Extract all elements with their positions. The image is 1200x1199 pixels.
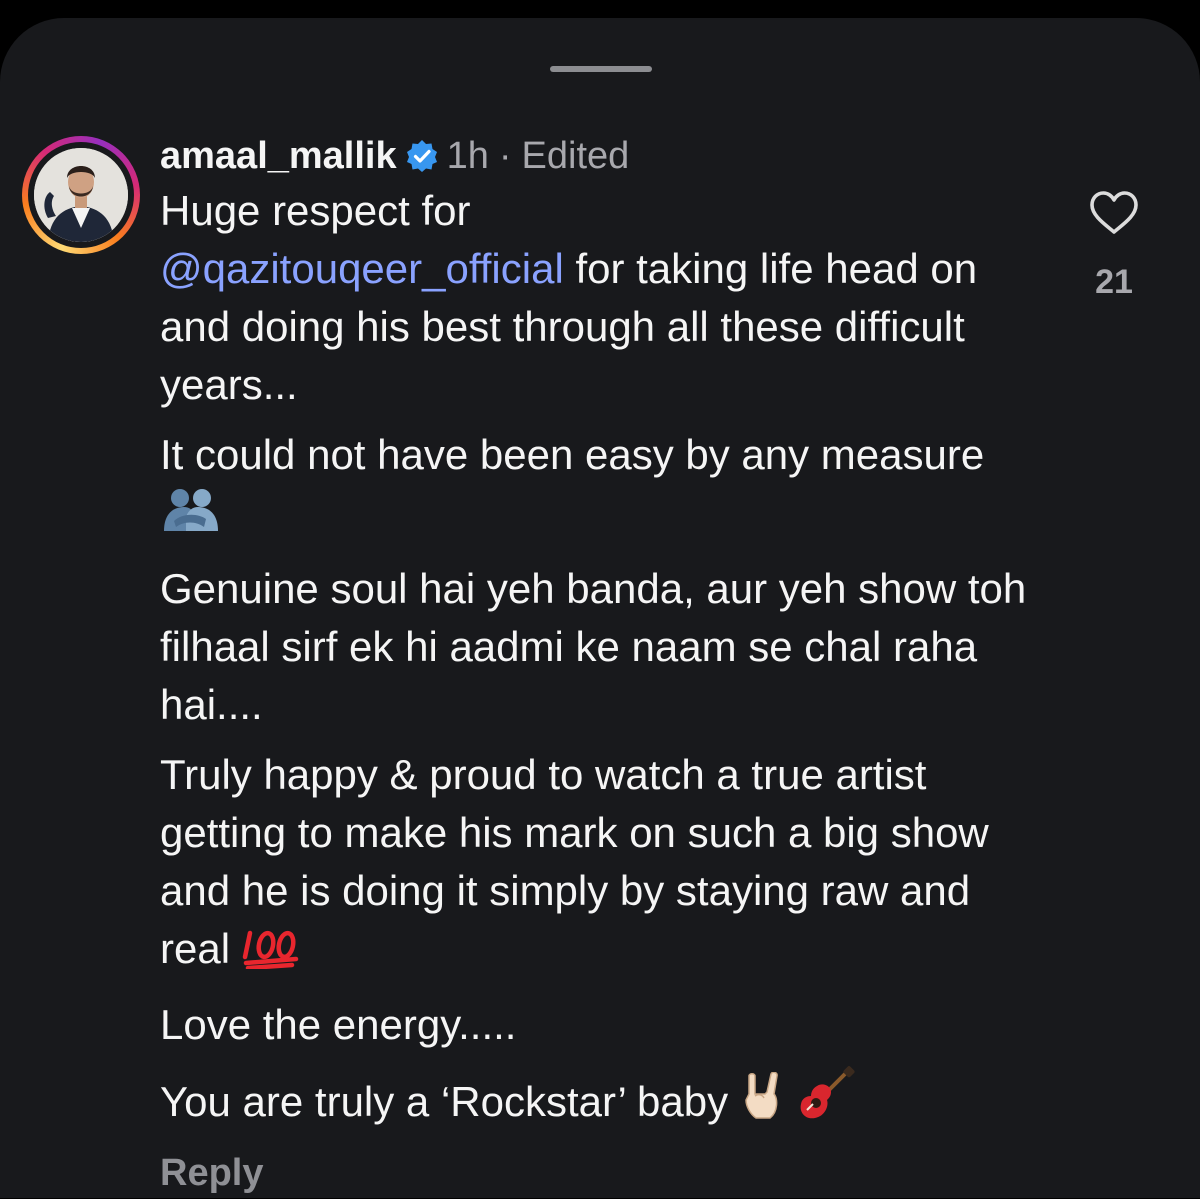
username-link[interactable]: amaal_mallik <box>160 135 397 178</box>
comment-text-segment: It could not have been easy by any measu… <box>160 431 985 478</box>
comment-paragraph-4: Truly happy & proud to watch a true arti… <box>160 746 1040 984</box>
comment-paragraph-5: Love the energy..... <box>160 1001 517 1048</box>
like-control: 21 <box>1086 190 1142 302</box>
comment-timestamp: 1h <box>446 134 489 177</box>
meta-separator: · <box>498 134 512 177</box>
avatar-ring-gap <box>28 142 134 248</box>
avatar[interactable] <box>22 136 140 254</box>
comment-paragraph-6: You are truly a ‘Rockstar’ baby <box>160 1066 1040 1137</box>
sign-of-the-horns-emoji <box>740 1071 786 1137</box>
mention-link[interactable]: @qazitouqeer_official <box>160 245 564 292</box>
comment-paragraph-2: It could not have been easy by any measu… <box>160 426 1040 548</box>
like-count: 21 <box>1095 263 1133 301</box>
comment-body: amaal_mallik 1h · Edited Huge respect fo… <box>160 130 1040 1199</box>
comment-text: Huge respect for @qazitouqeer_official f… <box>160 182 1040 1137</box>
comment-header: amaal_mallik 1h · Edited <box>160 130 1040 182</box>
comment-paragraph-1: Huge respect for @qazitouqeer_official f… <box>160 182 1040 414</box>
reply-button[interactable]: Reply <box>160 1147 1040 1199</box>
sheet-grabber-handle[interactable] <box>550 66 652 72</box>
comment-text-segment: You are truly a ‘Rockstar’ baby <box>160 1078 729 1125</box>
hundred-points-emoji <box>242 926 300 984</box>
comment-paragraph-3: Genuine soul hai yeh banda, aur yeh show… <box>160 565 1027 728</box>
comment-text-segment: Huge respect for <box>160 187 471 234</box>
comment-sheet: amaal_mallik 1h · Edited Huge respect fo… <box>0 18 1200 1198</box>
edited-label: Edited <box>521 134 630 177</box>
heart-outline-icon[interactable] <box>1088 191 1140 240</box>
guitar-emoji <box>797 1066 855 1137</box>
people-hugging-emoji <box>160 487 222 548</box>
verified-badge-icon <box>405 139 439 173</box>
avatar-photo <box>34 148 128 242</box>
